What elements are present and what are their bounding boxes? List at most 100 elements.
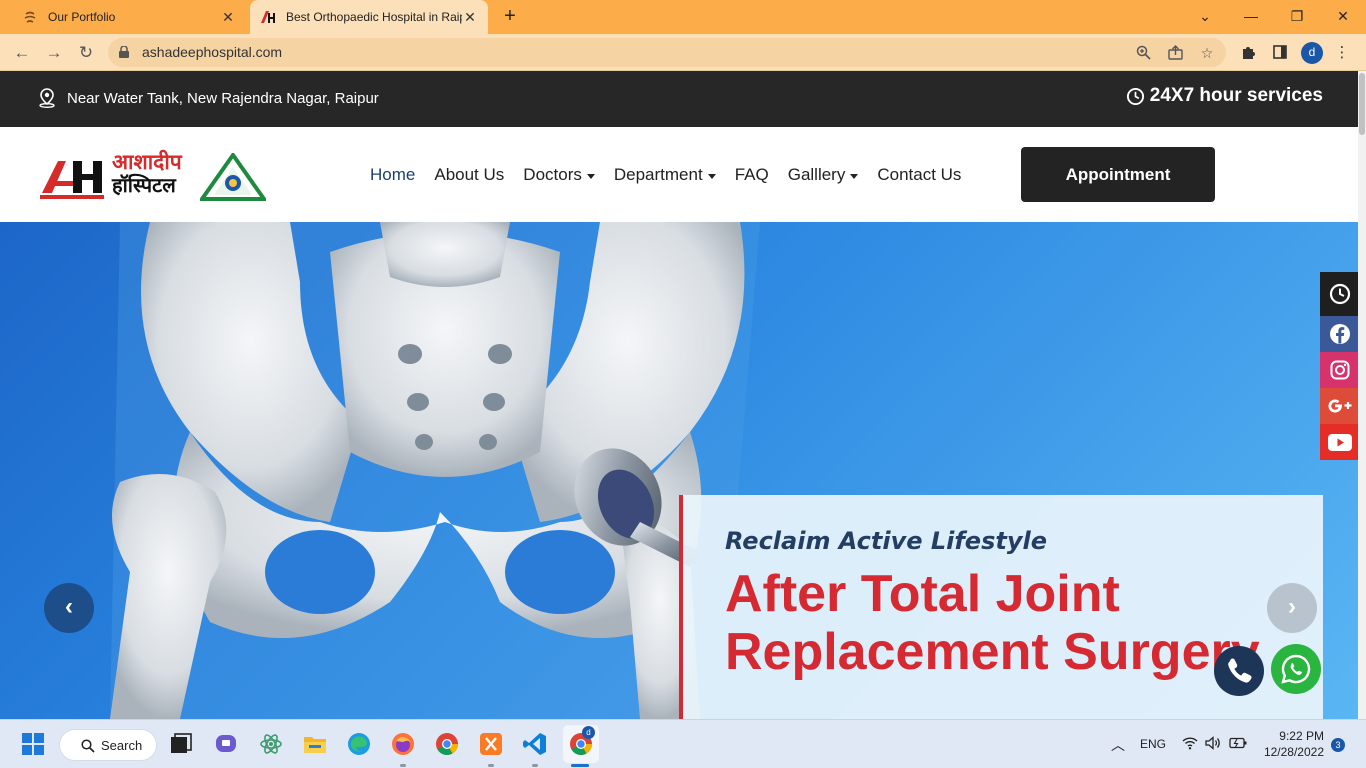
caret-down-icon	[850, 173, 859, 179]
scrollbar-thumb[interactable]	[1359, 73, 1365, 135]
main-navigation: Home About Us Doctors Department FAQ Gal…	[370, 165, 980, 185]
side-panel-icon[interactable]	[1269, 42, 1291, 64]
tab-close-icon[interactable]: ✕	[220, 9, 236, 26]
active-app-indicator	[571, 764, 589, 767]
google-plus-icon[interactable]	[1320, 388, 1360, 424]
portfolio-favicon-icon	[22, 9, 38, 25]
instagram-icon[interactable]	[1320, 352, 1360, 388]
search-icon	[81, 739, 95, 753]
lock-icon[interactable]	[119, 46, 129, 58]
nav-about-us[interactable]: About Us	[434, 165, 504, 185]
tab-close-icon[interactable]: ✕	[462, 9, 478, 26]
running-indicator	[488, 764, 494, 767]
nav-label: Department	[613, 165, 703, 184]
share-icon[interactable]	[1165, 43, 1185, 63]
ah-logo-mark	[40, 161, 104, 199]
tab-our-portfolio[interactable]: Our Portfolio ✕	[8, 0, 246, 34]
contact-top-bar: Near Water Tank, New Rajendra Nagar, Rai…	[0, 71, 1358, 127]
file-explorer-icon[interactable]	[302, 731, 328, 757]
clock-time: 9:22 PM	[1279, 729, 1324, 743]
whatsapp-button[interactable]	[1271, 644, 1321, 694]
nav-contact-us[interactable]: Contact Us	[877, 165, 961, 185]
caret-down-icon	[707, 173, 716, 179]
back-arrow-icon[interactable]: ←	[10, 41, 34, 65]
taskbar-search[interactable]: Search	[59, 729, 157, 761]
vscode-icon[interactable]	[522, 731, 548, 757]
task-view-icon[interactable]	[168, 731, 194, 757]
battery-icon[interactable]	[1229, 737, 1247, 749]
system-clock[interactable]: 9:22 PM 12/28/2022	[1258, 728, 1324, 760]
clock-24h-icon	[1126, 87, 1144, 105]
tab-title: Our Portfolio	[48, 10, 116, 24]
running-indicator	[400, 764, 406, 767]
nav-doctors[interactable]: Doctors	[523, 165, 595, 185]
nav-label: Doctors	[523, 165, 582, 184]
reload-icon[interactable]: ↻	[74, 41, 98, 65]
services-info: 24X7 hour services	[1126, 85, 1323, 107]
new-tab-button[interactable]: +	[498, 5, 522, 29]
nav-faq[interactable]: FAQ	[735, 165, 769, 185]
chrome-running-icon[interactable]: d	[563, 725, 599, 763]
logo-hindi-text: आशादीप हॉस्पिटल	[112, 151, 192, 201]
zoom-icon[interactable]	[1133, 43, 1153, 63]
nav-label: Contact Us	[877, 165, 962, 184]
tab-search-dropdown-icon[interactable]: ⌄	[1190, 4, 1220, 28]
nav-label: FAQ	[734, 165, 769, 184]
windows-taskbar: Search d ︿ ENG 9:22 PM 12/28/2022 3	[0, 719, 1366, 768]
close-window-button[interactable]: ✕	[1328, 4, 1358, 28]
slide-subtitle: Reclaim Active Lifestyle	[725, 527, 1047, 555]
address-bar-row: ← → ↻ ashadeephospital.com ☆ d ⋮	[0, 34, 1366, 71]
slider-next-button[interactable]: ›	[1267, 583, 1317, 633]
firefox-icon[interactable]	[390, 731, 416, 757]
tab-title: Best Orthopaedic Hospital in Raip	[286, 10, 462, 24]
clock-icon[interactable]	[1320, 272, 1360, 316]
search-label: Search	[101, 738, 143, 753]
site-header: आशादीप हॉस्पिटल Home About Us Doctors De…	[0, 127, 1358, 222]
clock-date: 12/28/2022	[1263, 745, 1324, 759]
slide-heading-line-1: After Total Joint	[725, 565, 1120, 623]
phone-icon	[1228, 658, 1252, 683]
tray-chevron-up-icon[interactable]: ︿	[1111, 735, 1125, 755]
extensions-puzzle-icon[interactable]	[1237, 42, 1259, 64]
restore-button[interactable]: ❐	[1282, 4, 1312, 28]
slider-prev-button[interactable]: ‹	[44, 583, 94, 633]
hero-slider: Reclaim Active Lifestyle After Total Joi…	[0, 222, 1358, 719]
minimize-button[interactable]: —	[1236, 4, 1266, 28]
atom-app-icon[interactable]	[258, 731, 284, 757]
page-scrollbar[interactable]	[1358, 71, 1366, 719]
profile-avatar[interactable]: d	[1301, 42, 1323, 64]
xampp-icon[interactable]	[478, 731, 504, 757]
wifi-icon[interactable]	[1182, 736, 1198, 750]
whatsapp-icon	[1281, 654, 1311, 684]
nav-gallery[interactable]: Galllery	[788, 165, 859, 185]
call-button[interactable]	[1214, 646, 1264, 696]
language-indicator[interactable]: ENG	[1140, 737, 1166, 751]
site-logo[interactable]: आशादीप हॉस्पिटल	[40, 149, 266, 205]
address-info: Near Water Tank, New Rajendra Nagar, Rai…	[38, 88, 379, 108]
chrome-icon[interactable]	[434, 731, 460, 757]
edge-browser-icon[interactable]	[346, 731, 372, 757]
url-bar[interactable]: ashadeephospital.com ☆	[108, 38, 1226, 67]
logo-line-2: हॉस्पिटल	[112, 173, 176, 197]
web-page: Near Water Tank, New Rajendra Nagar, Rai…	[0, 71, 1366, 719]
windows-start-icon[interactable]	[20, 731, 46, 757]
notification-badge[interactable]: 3	[1331, 738, 1345, 752]
running-indicator	[532, 764, 538, 767]
services-text: 24X7 hour services	[1149, 85, 1323, 106]
facebook-icon[interactable]	[1320, 316, 1360, 352]
chrome-menu-icon[interactable]: ⋮	[1331, 42, 1353, 64]
appointment-button[interactable]: Appointment	[1021, 147, 1215, 202]
teams-chat-icon[interactable]	[213, 731, 239, 757]
bookmark-star-icon[interactable]: ☆	[1197, 43, 1217, 63]
forward-arrow-icon[interactable]: →	[42, 41, 66, 65]
nav-home[interactable]: Home	[370, 165, 415, 185]
volume-icon[interactable]	[1205, 736, 1221, 750]
location-pin-icon	[39, 88, 55, 108]
youtube-icon[interactable]	[1320, 424, 1360, 460]
tab-ashadeep-hospital[interactable]: Best Orthopaedic Hospital in Raip ✕	[250, 0, 488, 34]
browser-tab-bar: Our Portfolio ✕ Best Orthopaedic Hospita…	[0, 0, 1366, 34]
social-sidebar	[1320, 272, 1360, 460]
nav-department[interactable]: Department	[614, 165, 716, 185]
hospital-favicon-icon	[260, 9, 276, 25]
url-text[interactable]: ashadeephospital.com	[142, 44, 282, 60]
